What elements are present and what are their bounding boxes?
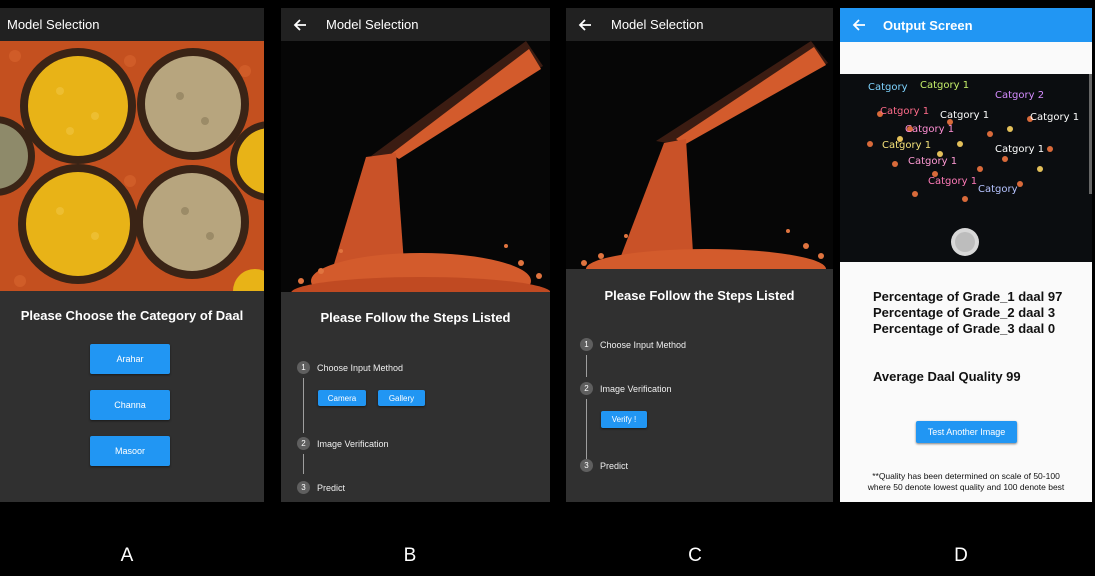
channa-button[interactable]: Channa — [90, 390, 170, 420]
grade-3-percentage: Percentage of Grade_3 daal 0 — [873, 321, 1056, 336]
panel-label-a: A — [120, 545, 134, 566]
lentils-pouring-image — [566, 41, 833, 269]
step-label: Choose Input Method — [600, 339, 687, 350]
step-label: Predict — [317, 482, 346, 493]
detection-label: Catgory 1 — [882, 140, 932, 151]
camera-button[interactable]: Camera — [318, 390, 366, 406]
quality-note-line1: **Quality has been determined on scale o… — [872, 471, 1060, 481]
step-number: 2 — [297, 437, 310, 450]
app-bar-title: Output Screen — [883, 17, 973, 33]
average-quality: Average Daal Quality 99 — [873, 369, 1021, 384]
step-1: 1 Choose Input Method — [580, 338, 686, 351]
content-area: Please Follow the Steps Listed 1 Choose … — [281, 292, 550, 502]
steps-heading: Please Follow the Steps Listed — [320, 310, 511, 325]
lentils-pouring-image — [281, 41, 550, 292]
step-number: 3 — [580, 459, 593, 472]
step-label: Choose Input Method — [317, 362, 404, 373]
detection-label: Catgory 1 — [940, 110, 990, 121]
gallery-button[interactable]: Gallery — [378, 390, 425, 406]
app-bar: Output Screen — [840, 8, 1092, 42]
quality-note-line2: where 50 denote lowest quality and 100 d… — [867, 482, 1065, 492]
step-connector — [303, 454, 304, 474]
detection-label: Catgory 1 — [928, 176, 978, 187]
step-number: 1 — [297, 361, 310, 374]
content-area: Please Follow the Steps Listed 1 Choose … — [566, 269, 833, 502]
detection-label: Catgory 1 — [920, 80, 970, 91]
app-bar: Model Selection — [566, 8, 833, 41]
arrow-left-icon[interactable] — [292, 17, 308, 33]
detection-label: Catgory 1 — [1030, 112, 1080, 123]
step-2: 2 Image Verification — [297, 437, 389, 450]
detection-label: Catgory 2 — [995, 90, 1045, 101]
daal-bowls-image — [0, 41, 264, 291]
grade-2-percentage: Percentage of Grade_2 daal 3 — [873, 305, 1056, 320]
detection-label: Catgory 1 — [880, 106, 930, 117]
app-bar-title: Model Selection — [611, 17, 704, 32]
content-area: Please Choose the Category of Daal Araha… — [0, 291, 264, 502]
detection-label: Catgory — [978, 184, 1018, 195]
panel-label-b: B — [403, 545, 417, 566]
masoor-button[interactable]: Masoor — [90, 436, 170, 466]
step-3: 3 Predict — [580, 459, 628, 472]
screen-a: Model Selection Please Choose the Catego… — [0, 8, 264, 502]
detection-result-image: Catgory Catgory 1 Catgory 2 Catgory 1 Ca… — [840, 74, 1092, 262]
quality-note: **Quality has been determined on scale o… — [840, 471, 1092, 493]
app-bar-title: Model Selection — [326, 17, 419, 32]
step-1: 1 Choose Input Method — [297, 361, 403, 374]
step-number: 3 — [297, 481, 310, 494]
detection-label: Catgory 1 — [995, 144, 1045, 155]
step-2: 2 Image Verification — [580, 382, 672, 395]
step-label: Image Verification — [317, 438, 389, 449]
step-3: 3 Predict — [297, 481, 345, 494]
panel-label-d: D — [954, 545, 968, 566]
app-bar-title: Model Selection — [7, 17, 100, 32]
verify-button[interactable]: Verify ! — [601, 411, 647, 428]
grade-1-percentage: Percentage of Grade_1 daal 97 — [873, 289, 1063, 304]
arrow-left-icon[interactable] — [577, 17, 593, 33]
app-bar: Model Selection — [281, 8, 550, 41]
screen-d: Output Screen Catgory Catgory 1 Catgory … — [840, 8, 1092, 502]
detection-label: Catgory 1 — [908, 156, 958, 167]
step-connector — [586, 399, 587, 459]
detection-label: Catgory — [868, 82, 908, 93]
test-another-image-button[interactable]: Test Another Image — [916, 421, 1017, 443]
screen-c: Model Selection Please Follow the Steps … — [566, 8, 833, 502]
screen-b: Model Selection Please Follow the Steps … — [281, 8, 550, 502]
step-connector — [586, 355, 587, 377]
step-number: 1 — [580, 338, 593, 351]
arahar-button[interactable]: Arahar — [90, 344, 170, 374]
app-bar: Model Selection — [0, 8, 264, 41]
step-label: Image Verification — [600, 383, 672, 394]
arrow-left-icon[interactable] — [851, 17, 867, 33]
category-heading: Please Choose the Category of Daal — [20, 308, 244, 323]
steps-heading: Please Follow the Steps Listed — [604, 288, 795, 303]
detection-label: Catgory 1 — [905, 124, 955, 135]
step-number: 2 — [580, 382, 593, 395]
step-label: Predict — [600, 460, 629, 471]
panel-label-c: C — [688, 545, 702, 566]
step-connector — [303, 378, 304, 433]
